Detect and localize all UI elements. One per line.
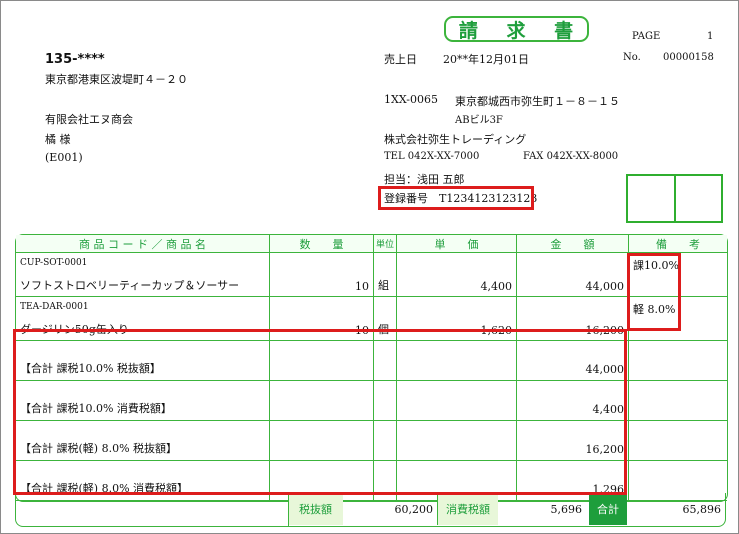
invoice-no-label: No. — [623, 52, 641, 63]
issuer-tel: TEL 042X-XX-7000 — [384, 151, 480, 162]
issuer-zip: 1XX-0065 — [384, 93, 438, 106]
invoice-page: 請 求 書 PAGE 1 No. 00000158 売上日 20**年12月01… — [0, 0, 739, 534]
customer-company: 有限会社エヌ商会 — [45, 113, 133, 126]
page-label: PAGE — [632, 31, 661, 42]
invoice-no: 00000158 — [663, 52, 714, 63]
item-code: CUP-SOT-0001 — [20, 258, 88, 268]
sales-date-label: 売上日 — [384, 53, 417, 66]
tax-summary-highlight — [13, 329, 627, 495]
col-header-qty: 数 量 — [270, 235, 374, 253]
customer-zip: 135-**** — [45, 52, 105, 67]
col-header-amount: 金 額 — [517, 235, 629, 253]
item-unit: 組 — [378, 279, 389, 292]
stamp-box-divider — [674, 174, 676, 223]
footer-divider — [288, 493, 289, 526]
customer-address: 東京都港東区波堤町４－２０ — [45, 73, 188, 86]
col-header-note: 備 考 — [629, 235, 727, 253]
customer-code: (E001) — [45, 151, 83, 164]
col-header-unit: 単位 — [374, 235, 397, 253]
item-code: TEA-DAR-0001 — [20, 302, 89, 312]
issuer-building: ABビル3F — [455, 115, 503, 126]
table-row: CUP-SOT-0001 ソフトストロベリーティーカップ＆ソーサー 10 組 4,… — [16, 253, 727, 297]
item-amount: 44,000 — [585, 280, 625, 293]
col-header-item: 商 品 コ ー ド ／ 商 品 名 — [16, 235, 270, 253]
table-header-row: 商 品 コ ー ド ／ 商 品 名 数 量 単位 単 価 金 額 備 考 — [16, 235, 727, 253]
page-number: 1 — [707, 31, 714, 42]
customer-person: 橘 様 — [45, 133, 71, 146]
subtotal-value: 60,200 — [343, 494, 438, 525]
tax-value: 5,696 — [550, 503, 583, 516]
tax-rate-highlight — [627, 253, 681, 331]
sales-date: 20**年12月01日 — [443, 53, 529, 66]
issuer-staff: 担当：浅田 五郎 — [384, 173, 465, 186]
col-header-price: 単 価 — [397, 235, 517, 253]
issuer-company: 株式会社弥生トレーディング — [384, 133, 527, 146]
issuer-address: 東京都城西市弥生町１－８－１５ — [455, 95, 620, 108]
registration-highlight — [378, 186, 534, 210]
item-price: 4,400 — [480, 280, 513, 293]
total-label: 合計 — [589, 494, 627, 525]
subtotal-label: 税抜額 — [288, 494, 343, 525]
issuer-fax: FAX 042X-XX-8000 — [523, 151, 619, 162]
total-value: 65,896 — [682, 503, 722, 516]
item-name: ソフトストロベリーティーカップ＆ソーサー — [20, 279, 240, 292]
invoice-title: 請 求 書 — [444, 16, 589, 42]
item-qty: 10 — [355, 280, 369, 293]
tax-label: 消費税額 — [438, 494, 498, 525]
